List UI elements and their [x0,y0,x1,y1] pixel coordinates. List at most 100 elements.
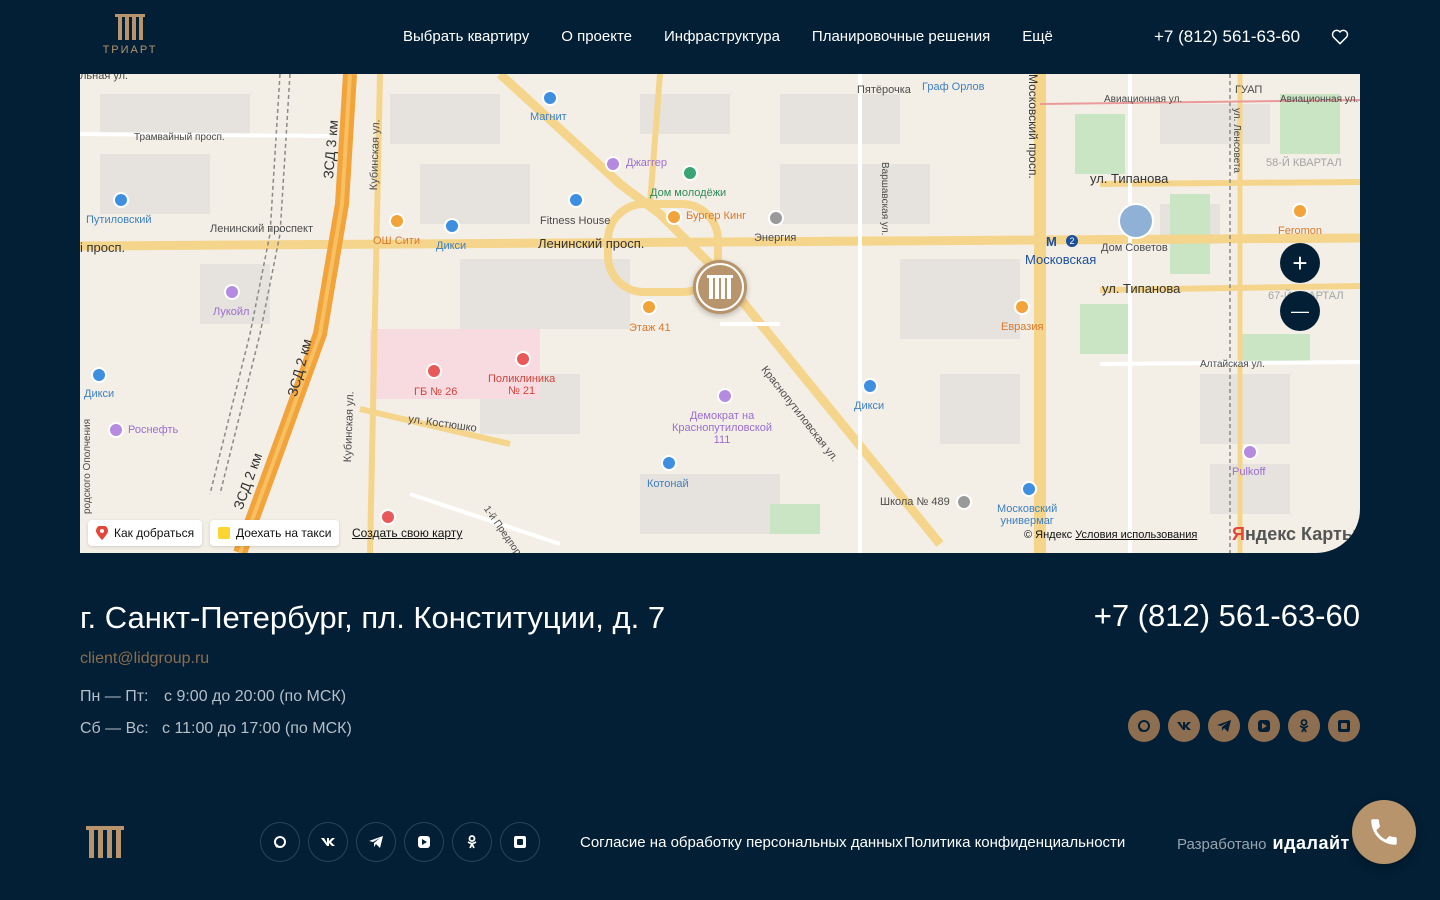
poi-osh-siti-marker[interactable] [389,213,405,229]
poi-univermag-marker[interactable] [1021,481,1037,497]
map-label: льная ул. [80,74,129,82]
consent-link[interactable]: Согласие на обработку персональных данны… [580,834,903,851]
working-hours-weekend: Сб — Вс: с 11:00 до 17:00 (по МСК) [80,720,352,738]
create-map-link[interactable]: Создать свою карту [352,526,462,540]
poi-lukoil-marker[interactable] [224,284,240,300]
nav-choose-apartment[interactable]: Выбрать квартиру [403,28,529,45]
working-hours-weekdays: Пн — Пт: с 9:00 до 20:00 (по МСК) [80,688,346,706]
social-links-contacts [1128,710,1360,742]
developer-credit[interactable]: Разработано идалайт [1177,833,1350,854]
map-label: Fitness House [540,215,611,227]
metro-line-badge: 2 [1066,235,1078,247]
max-icon[interactable] [1128,710,1160,742]
pin-logo [698,265,742,309]
yandex-logo-letter: Я [1232,524,1245,544]
nav-about-project[interactable]: О проекте [561,28,632,45]
logo-columns-icon [707,275,733,299]
terms-link[interactable]: Условия использования [1075,529,1197,541]
vk-icon[interactable] [308,822,348,862]
map-label: Этаж 41 [629,322,671,334]
developed-by-label: Разработано [1177,836,1267,853]
yandex-map[interactable]: льная ул. Трамвайный просп. Путиловский … [80,74,1360,553]
poi-kotonai-marker[interactable] [661,455,677,471]
how-to-get-button[interactable]: Как добраться [88,520,203,546]
heart-icon[interactable] [1330,27,1350,47]
map-label: Дикси [854,400,885,412]
project-location-pin[interactable] [693,260,747,314]
map-label: 58-Й КВАРТАЛ [1266,157,1342,169]
poi-dom-molodezhi-marker[interactable] [682,165,698,181]
map-label: Feromon [1278,225,1323,237]
map-label: ул. Типанова [1102,281,1181,296]
nav-layouts[interactable]: Планировочные решения [812,28,990,45]
map-label: Московский просп. [1026,74,1040,179]
map-label: Дом Советов [1101,242,1168,254]
odnoklassniki-icon[interactable] [452,822,492,862]
footer-logo-icon[interactable] [86,826,124,858]
map-label: Котонай [647,478,689,490]
header-phone-link[interactable]: +7 (812) 561-63-60 [1154,27,1300,47]
hours-time: с 11:00 до 17:00 (по МСК) [162,720,352,737]
location-pin-icon [96,526,108,540]
poi-dixy-2-marker[interactable] [91,367,107,383]
zoom-out-button[interactable]: — [1280,291,1320,331]
poi-evraziya-marker[interactable] [1014,299,1030,315]
logo-columns-icon [115,14,145,40]
poi-shkola-marker[interactable] [956,494,972,510]
map-label: Роснефть [128,424,179,436]
poi-poliklinika-marker[interactable] [515,351,531,367]
poi-create-map-marker[interactable] [380,509,396,525]
taxi-icon [218,527,230,539]
poi-energia-marker[interactable] [768,210,784,226]
poi-gb26-marker[interactable] [426,363,442,379]
poi-fitness-house-marker[interactable] [568,192,584,208]
odnoklassniki-icon[interactable] [1288,710,1320,742]
hours-day: Сб — Вс: [80,720,149,737]
max-icon[interactable] [260,822,300,862]
nav-infrastructure[interactable]: Инфраструктура [664,28,780,45]
poi-etazh41-marker[interactable] [641,299,657,315]
map-label: Бургер Кинг [686,210,747,222]
privacy-link[interactable]: Политика конфиденциальности [904,834,1125,851]
site-logo[interactable]: ТРИАРТ [100,14,160,62]
map-label: ОШ Сити [373,235,420,247]
taxi-button[interactable]: Доехать на такси [210,520,340,546]
vk-video-icon[interactable] [1248,710,1280,742]
poi-dixy-1-marker[interactable] [444,218,460,234]
telegram-icon[interactable] [356,822,396,862]
zoom-in-button[interactable]: + [1280,243,1320,283]
map-label: Путиловский [86,214,152,226]
poi-dom-sovetov-marker[interactable] [1118,203,1154,239]
map-label: Дикси [436,240,467,252]
poi-jagger-marker[interactable] [605,156,621,172]
vk-icon[interactable] [1168,710,1200,742]
map-label: Авиационная ул. [1280,94,1359,105]
poi-demokrat-marker[interactable] [717,388,733,404]
poi-dixy-3-marker[interactable] [862,378,878,394]
map-label: Ленинский проспект [210,223,314,235]
telegram-icon[interactable] [1208,710,1240,742]
rutube-icon[interactable] [1328,710,1360,742]
email-link[interactable]: client@lidgroup.ru [80,650,209,668]
hours-time: с 9:00 до 20:00 (по МСК) [164,688,347,705]
poi-feromon-marker[interactable] [1292,203,1308,219]
poi-pulkoff-marker[interactable] [1242,444,1258,460]
map-label: Энергия [754,232,797,244]
vk-video-icon[interactable] [404,822,444,862]
callback-button[interactable] [1352,800,1416,864]
poi-burger-king-marker[interactable] [666,209,682,225]
map-label: ул. Ленсовета [1231,108,1242,173]
nav-more[interactable]: Ещё [1022,28,1053,45]
poi-magnit-marker[interactable] [542,90,558,106]
yandex-maps-logo[interactable]: Яндекс Карты [1232,524,1357,545]
contact-phone-link[interactable]: +7 (812) 561-63-60 [1094,598,1360,634]
logo-text: ТРИАРТ [102,44,158,56]
taxi-label: Доехать на такси [236,526,332,540]
address: г. Санкт-Петербург, пл. Конституции, д. … [80,600,666,635]
map-label: Кубинская ул. [368,119,383,191]
poi-rosneft-marker[interactable] [108,422,124,438]
map-label: і просп. [80,240,126,255]
map-copyright: © Яндекс Условия использования [1024,529,1197,541]
poi-putilovsky-marker[interactable] [113,192,129,208]
rutube-icon[interactable] [500,822,540,862]
